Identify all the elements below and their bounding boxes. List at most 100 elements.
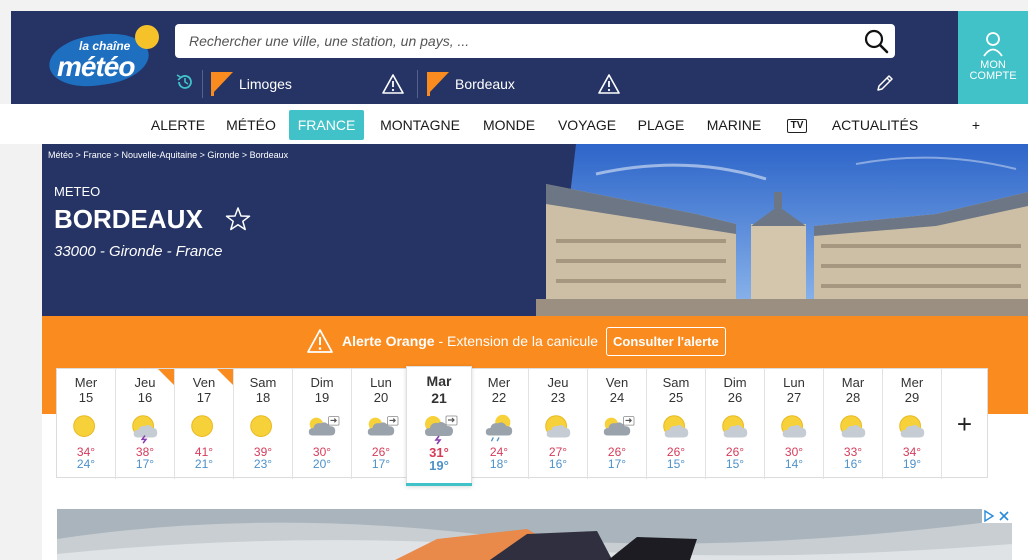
account-label-line2: COMPTE (969, 70, 1017, 82)
day-date: 21 (431, 390, 447, 406)
more-days-button[interactable]: + (942, 368, 988, 478)
logo-sun-icon (135, 25, 159, 49)
forecast-day[interactable]: Ven 24 26° 17° (588, 369, 647, 479)
forecast-strip: Mer 15 34° 24° Jeu 16 38° 17° Ven 17 41° 21° Sam 18 39… (56, 368, 988, 479)
forecast-day-today[interactable]: Mar 21 31° 19° (406, 366, 472, 486)
forecast-day[interactable]: Dim 26 26° 15° (706, 369, 765, 479)
day-name: Dim (310, 375, 334, 390)
day-date: 15 (78, 390, 94, 405)
weather-icon (717, 411, 753, 445)
day-name: Dim (723, 375, 747, 390)
forecast-day[interactable]: Sam 18 39° 23° (234, 369, 293, 479)
history-icon[interactable] (175, 72, 195, 92)
temp-min: 17° (371, 457, 391, 471)
day-date: 23 (550, 390, 566, 405)
favorite-star-icon[interactable] (225, 206, 251, 232)
day-name: Ven (605, 375, 629, 390)
orange-alert-flag-icon (427, 72, 449, 96)
advertisement[interactable] (57, 509, 1012, 560)
warning-icon[interactable] (382, 73, 404, 95)
weather-icon (481, 411, 517, 445)
nav-item-france[interactable]: FRANCE (289, 110, 364, 140)
forecast-day[interactable]: Lun 20 26° 17° (352, 369, 411, 479)
forecast-day[interactable]: Lun 27 30° 14° (765, 369, 824, 479)
forecast-day[interactable]: Mer 15 34° 24° (57, 369, 116, 479)
city-hero: Météo > France > Nouvelle-Aquitaine > Gi… (42, 144, 1028, 316)
tv-icon: TV (786, 119, 808, 134)
nav-item-voyage[interactable]: VOYAGE (552, 110, 622, 140)
nav-item-meteo[interactable]: MÉTÉO (222, 110, 280, 140)
alert-level: Alerte Orange (342, 333, 435, 349)
day-date: 17 (196, 390, 212, 405)
temp-min: 19° (429, 458, 449, 473)
nav-item-actualites[interactable]: ACTUALITÉS (826, 110, 924, 140)
weather-icon (658, 411, 694, 445)
favorite-limoges[interactable]: Limoges (211, 69, 292, 99)
nav-item-montagne[interactable]: MONTAGNE (374, 110, 466, 140)
nav-item-alerte[interactable]: ALERTE (146, 110, 210, 140)
ad-badge[interactable] (982, 509, 1012, 523)
favorite-label: Bordeaux (455, 76, 515, 92)
separator (202, 70, 203, 98)
view-alert-button[interactable]: Consulter l'alerte (606, 326, 726, 356)
forecast-day[interactable]: Mer 29 34° 19° (883, 369, 942, 479)
site-logo[interactable]: la chaîne météo (46, 25, 159, 92)
temp-min: 21° (194, 457, 214, 471)
temp-min: 20° (312, 457, 332, 471)
ad-image (57, 509, 1012, 560)
alert-corner-flag (158, 369, 174, 385)
weather-icon (68, 411, 104, 445)
day-name: Mer (900, 375, 924, 390)
alert-corner-flag (217, 369, 233, 385)
forecast-day[interactable]: Dim 19 30° 20° (293, 369, 352, 479)
user-icon (983, 32, 1003, 57)
nav-item-marine[interactable]: MARINE (700, 110, 768, 140)
forecast-day[interactable]: Ven 17 41° 21° (175, 369, 234, 479)
alert-warning-icon (307, 329, 333, 353)
temp-min: 23° (253, 457, 273, 471)
nav-item-tv[interactable]: TV (780, 110, 814, 140)
day-date: 26 (727, 390, 743, 405)
pencil-icon[interactable] (875, 73, 895, 93)
breadcrumb[interactable]: Météo > France > Nouvelle-Aquitaine > Gi… (48, 150, 288, 160)
temp-min: 17° (607, 457, 627, 471)
day-name: Mar (426, 373, 452, 389)
temp-min: 19° (902, 457, 922, 471)
day-date: 16 (137, 390, 153, 405)
forecast-day[interactable]: Mer 22 24° 18° (470, 369, 529, 479)
weather-icon (186, 411, 222, 445)
forecast-day[interactable]: Mar 28 33° 16° (824, 369, 883, 479)
weather-icon (363, 411, 399, 445)
forecast-day[interactable]: Jeu 23 27° 16° (529, 369, 588, 479)
orange-alert-flag-icon (211, 72, 233, 96)
weather-icon (776, 411, 812, 445)
day-date: 24 (609, 390, 625, 405)
day-name: Mer (74, 375, 98, 390)
favorite-label: Limoges (239, 76, 292, 92)
search-input[interactable] (189, 24, 849, 58)
weather-icon (835, 411, 871, 445)
day-date: 20 (373, 390, 389, 405)
day-name: Sam (249, 375, 277, 390)
search-icon[interactable] (863, 28, 889, 54)
day-date: 19 (314, 390, 330, 405)
warning-icon[interactable] (598, 73, 620, 95)
nav-item-plage[interactable]: PLAGE (632, 110, 690, 140)
forecast-day[interactable]: Sam 25 26° 15° (647, 369, 706, 479)
forecast-day[interactable]: Jeu 16 38° 17° (116, 369, 175, 479)
weather-icon (599, 411, 635, 445)
favorite-bordeaux[interactable]: Bordeaux (427, 69, 515, 99)
nav-more-button[interactable]: + (962, 110, 990, 140)
separator (417, 70, 418, 98)
day-date: 25 (668, 390, 684, 405)
temp-min: 15° (725, 457, 745, 471)
day-date: 22 (491, 390, 507, 405)
temp-min: 17° (135, 457, 155, 471)
temp-min: 15° (666, 457, 686, 471)
temp-min: 16° (843, 457, 863, 471)
main-nav: ALERTE MÉTÉO FRANCE MONTAGNE MONDE VOYAG… (0, 104, 1028, 144)
account-button[interactable]: MON COMPTE (958, 11, 1028, 104)
page-title: BORDEAUX (54, 204, 203, 234)
nav-item-monde[interactable]: MONDE (478, 110, 540, 140)
today-indicator (406, 483, 472, 486)
